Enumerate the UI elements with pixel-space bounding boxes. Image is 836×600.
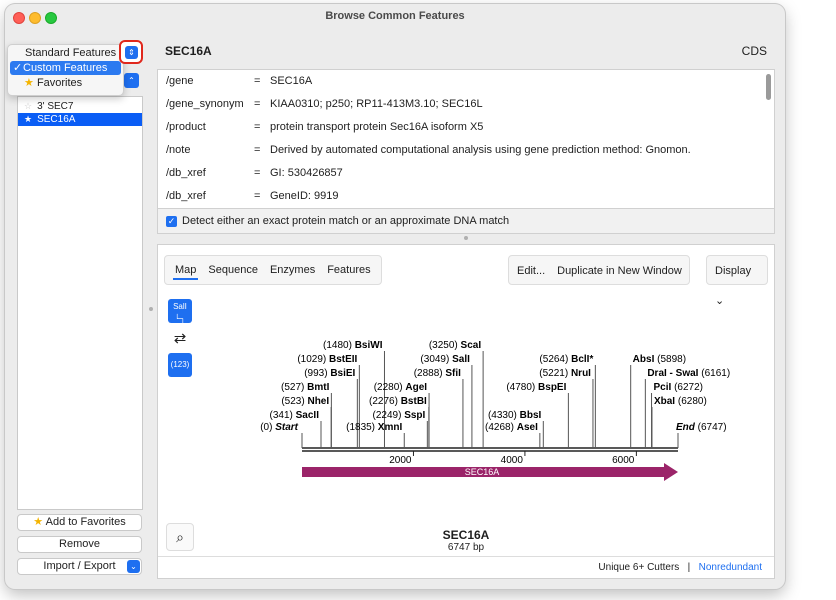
restriction-site-label: PciI (6272)	[654, 382, 703, 393]
qualifier-row: /gene_synonym = KIAA0310; p250; RP11-413M3…	[166, 98, 483, 110]
restriction-site-label: (527) BmtI	[281, 382, 330, 393]
restriction-site-label: (2280) AgeI	[374, 382, 428, 393]
window-title: Browse Common Features	[325, 10, 465, 22]
checkmark-icon: ✓	[13, 62, 23, 74]
restriction-site-label: (4780) BspEI	[506, 382, 566, 393]
axis-tick-label: 2000	[389, 455, 412, 466]
split-divider-handle[interactable]	[464, 236, 468, 240]
browse-window: Browse Common Features ⌃ ☆ 3' SEC7 ★ SEC…	[5, 4, 785, 589]
restriction-site-label: (4330) BbsI	[488, 410, 542, 421]
restriction-site-label: (1835) XmnI	[346, 422, 402, 433]
sequence-map: 2000 4000 6000 SEC16A (0) Start End (6747) (34…	[260, 340, 730, 481]
start-label: (0) Start	[260, 422, 298, 433]
axis-tick-label: 4000	[501, 455, 524, 466]
detect-match-label: Detect either an exact protein match or …	[182, 215, 510, 227]
restriction-site-label: (1029) BstEII	[297, 354, 357, 365]
restriction-site-label: DraI - SwaI (6161)	[647, 368, 730, 379]
footer-info: Unique 6+ Cutters | Nonredundant	[598, 562, 762, 573]
restriction-site-label: (993) BsiEI	[304, 368, 355, 379]
restriction-site-label: (2249) SspI	[373, 410, 426, 421]
restriction-site-label: (341) SacII	[270, 410, 320, 421]
add-to-favorites-button[interactable]: ★ Add to Favorites	[17, 514, 142, 531]
map-footer: Unique 6+ Cutters | Nonredundant	[158, 556, 774, 578]
map-panel: Map Sequence Enzymes Features Edit... Du…	[157, 244, 775, 579]
qualifier-row: /product = protein transport protein Sec16…	[166, 121, 484, 133]
restriction-site-label: (5221) NruI	[539, 368, 591, 379]
restriction-site-label: (5264) BclI*	[539, 354, 593, 365]
star-icon: ★	[24, 77, 34, 89]
axis-tick-label: 6000	[612, 455, 635, 466]
restriction-site-label: (3049) SalI	[420, 354, 470, 365]
qualifier-row: /note = Derived by automated computational…	[166, 144, 691, 156]
up-down-chevron-icon: ⇕	[125, 46, 138, 59]
star-outline-icon: ☆	[24, 101, 33, 111]
qualifier-row: /db_xref = GI: 530426857	[166, 167, 343, 179]
restriction-site-label: (1480) BsiWI	[323, 340, 383, 351]
cutters-label: Unique 6+ Cutters	[598, 562, 680, 573]
qualifier-row: /db_xref = GeneID: 9919	[166, 190, 339, 202]
sort-popup-button[interactable]: ⌃	[124, 73, 139, 88]
star-icon: ★	[33, 516, 44, 528]
menu-item-custom-features[interactable]: ✓ Custom Features	[10, 61, 121, 75]
sequence-length: 6747 bp	[447, 542, 485, 553]
qualifier-row: /gene = SEC16A	[166, 75, 313, 87]
list-item-label: SEC16A	[37, 114, 76, 125]
remove-button[interactable]: Remove	[17, 536, 142, 553]
feature-set-popup-button[interactable]: ⇕	[119, 40, 143, 64]
sequence-name: SEC16A	[442, 528, 490, 542]
restriction-site-label: AbsI (5898)	[633, 354, 686, 365]
end-label: End (6747)	[676, 422, 727, 433]
feature-list[interactable]: ☆ 3' SEC7 ★ SEC16A	[17, 96, 143, 510]
qualifier-list[interactable]: /gene = SEC16A /gene_synonym = KIAA0310; p25…	[157, 69, 775, 209]
menu-item-standard-features[interactable]: Standard Features	[10, 46, 121, 60]
feature-type: CDS	[741, 44, 767, 58]
feature-name: SEC16A	[165, 44, 212, 58]
feature-set-menu[interactable]: Standard Features ✓ Custom Features ★ Fa…	[7, 44, 124, 96]
title-bar: Browse Common Features	[5, 4, 785, 30]
chevron-down-icon: ⌄	[127, 560, 140, 573]
sidebar-divider-handle[interactable]	[149, 307, 153, 311]
import-export-button[interactable]: Import / Export ⌄	[17, 558, 142, 575]
detect-option-bar: ✓ Detect either an exact protein match o…	[157, 209, 775, 234]
detect-match-checkbox[interactable]: ✓	[166, 216, 177, 227]
list-item[interactable]: ☆ 3' SEC7	[18, 100, 142, 113]
list-item-selected[interactable]: ★ SEC16A	[18, 113, 142, 126]
restriction-site-label: (4268) AseI	[485, 422, 538, 433]
star-icon: ★	[24, 114, 33, 124]
restriction-site-label: (3250) ScaI	[429, 340, 481, 351]
restriction-site-label: XbaI (6280)	[654, 396, 707, 407]
feature-arrow-label: SEC16A	[465, 467, 500, 477]
list-item-label: 3' SEC7	[37, 101, 74, 112]
restriction-site-label: (2888) SfiI	[414, 368, 461, 379]
restriction-site-label: (2276) BstBI	[369, 396, 427, 407]
restriction-site-label: (523) NheI	[281, 396, 329, 407]
nonredundant-link[interactable]: Nonredundant	[699, 562, 762, 573]
scrollbar-thumb[interactable]	[766, 74, 771, 100]
menu-item-favorites[interactable]: ★ Favorites	[10, 76, 121, 90]
